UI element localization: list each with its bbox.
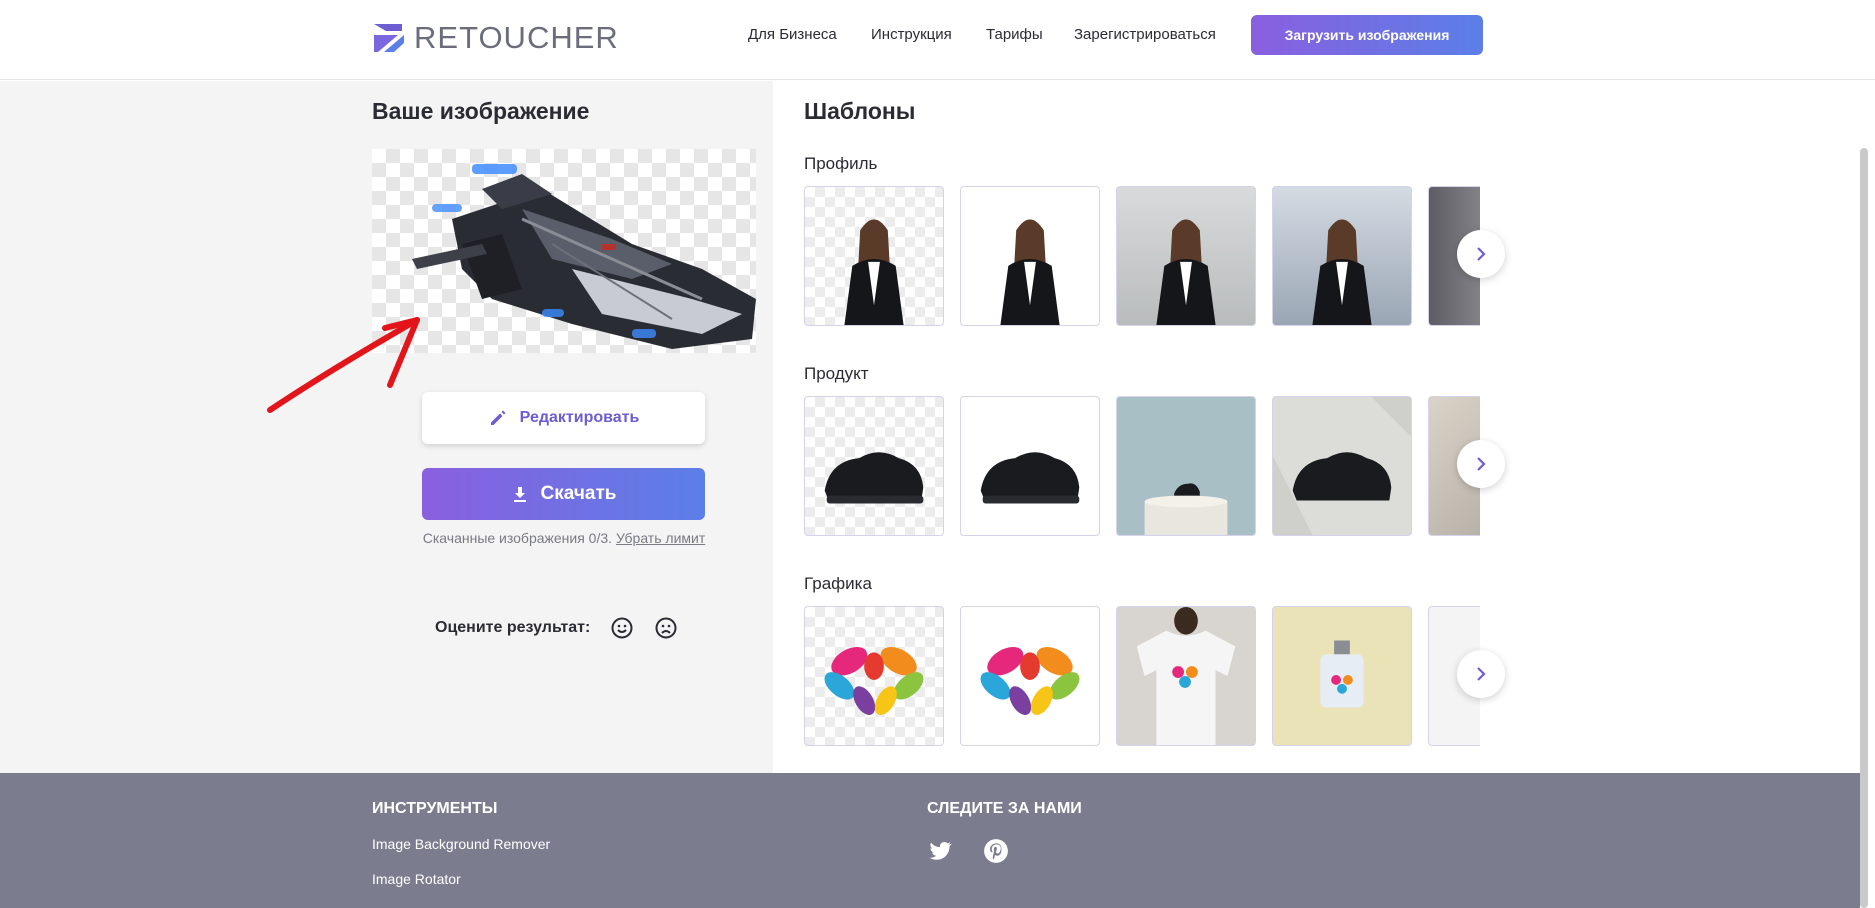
category-profile-label: Профиль <box>804 154 878 173</box>
download-icon <box>513 487 526 502</box>
heart-logo <box>980 646 1080 716</box>
templates-title: Шаблоны <box>804 98 916 124</box>
result-image <box>372 149 756 353</box>
template-product-white[interactable] <box>960 396 1100 536</box>
template-product-pedestal[interactable] <box>1116 396 1256 536</box>
remove-limit-link[interactable]: Убрать лимит <box>616 530 705 546</box>
template-graphics-bottle[interactable] <box>1272 606 1412 746</box>
download-label: Скачать <box>540 483 617 504</box>
download-counter: Скачанные изображения 0/3. Убрать лимит <box>372 530 756 546</box>
graphics-next-button[interactable] <box>1457 650 1505 698</box>
logo[interactable]: RETOUCHER <box>372 18 619 58</box>
template-graphics-transparent[interactable] <box>804 606 944 746</box>
footer-tools-title: ИНСТРУМЕНТЫ <box>372 800 498 817</box>
logo-icon <box>374 24 404 52</box>
template-product-studio[interactable] <box>1272 396 1412 536</box>
download-count-text: Скачанные изображения 0/3. <box>422 530 613 546</box>
chevron-right-icon <box>1477 247 1486 261</box>
woman-figure <box>1000 219 1060 325</box>
woman-figure <box>844 219 904 325</box>
result-title: Ваше изображение <box>372 98 590 124</box>
product-templates-row <box>804 396 1480 536</box>
category-product-label: Продукт <box>804 364 869 383</box>
header: RETOUCHER Для Бизнеса Инструкция Тарифы … <box>0 0 1875 80</box>
upload-images-button[interactable]: Загрузить изображения <box>1251 15 1483 55</box>
footer-link-rotator[interactable]: Image Rotator <box>372 871 461 887</box>
bottle-scene <box>1320 640 1364 708</box>
nav-pricing[interactable]: Тарифы <box>986 26 1043 43</box>
template-profile-transparent[interactable] <box>804 186 944 326</box>
template-graphics-tshirt[interactable] <box>1116 606 1256 746</box>
rating: Оцените результат: <box>435 616 678 640</box>
graphics-templates-row <box>804 606 1480 746</box>
woman-figure <box>1312 219 1372 325</box>
pinterest-icon[interactable] <box>983 838 1009 864</box>
annotation-arrow <box>267 317 420 413</box>
nav-business[interactable]: Для Бизнеса <box>748 26 837 43</box>
template-profile-blue[interactable] <box>1272 186 1412 326</box>
logo-text: RETOUCHER <box>414 20 619 55</box>
pedestal-scene <box>1144 483 1228 535</box>
footer-follow-title: СЛЕДИТЕ ЗА НАМИ <box>927 800 1082 817</box>
studio-scene <box>1273 397 1411 535</box>
nav-instructions[interactable]: Инструкция <box>871 26 952 43</box>
sneaker-shape <box>980 452 1080 504</box>
chevron-right-icon <box>1477 667 1486 681</box>
template-profile-gray[interactable] <box>1116 186 1256 326</box>
woman-figure <box>1156 219 1216 325</box>
download-button[interactable]: Скачать <box>422 468 705 520</box>
twitter-icon[interactable] <box>927 838 953 864</box>
profile-templates-row <box>804 186 1480 326</box>
product-next-button[interactable] <box>1457 440 1505 488</box>
chevron-right-icon <box>1477 457 1486 471</box>
pencil-icon <box>490 410 506 425</box>
frown-icon[interactable] <box>654 616 678 640</box>
spaceship-image <box>412 164 756 349</box>
template-profile-white[interactable] <box>960 186 1100 326</box>
page-scrollbar[interactable] <box>1860 148 1868 908</box>
edit-label: Редактировать <box>519 409 640 426</box>
smile-icon[interactable] <box>610 616 634 640</box>
profile-next-button[interactable] <box>1457 230 1505 278</box>
sneaker-shape <box>824 452 924 504</box>
template-product-transparent[interactable] <box>804 396 944 536</box>
footer-link-bg-remover[interactable]: Image Background Remover <box>372 836 550 852</box>
nav-register[interactable]: Зарегистрироваться <box>1074 26 1216 43</box>
template-graphics-white[interactable] <box>960 606 1100 746</box>
rating-label: Оцените результат: <box>435 619 591 636</box>
heart-logo <box>824 646 924 716</box>
tshirt-scene <box>1136 607 1236 745</box>
category-graphics-label: Графика <box>804 574 872 593</box>
edit-button[interactable]: Редактировать <box>422 392 705 444</box>
